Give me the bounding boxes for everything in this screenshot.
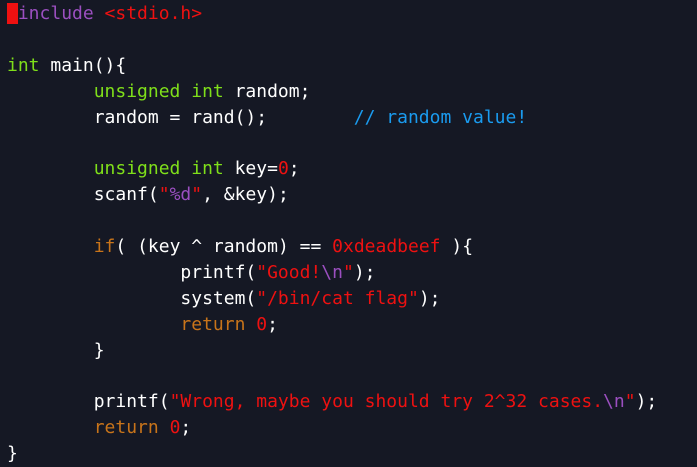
code-token: \n [321,261,343,283]
code-token: scanf( [7,184,159,206]
code-line[interactable]: } [7,441,657,467]
code-token: ); [353,261,376,283]
code-line[interactable]: unsigned int key=0; [7,156,657,182]
code-token: random = rand(); [7,106,354,128]
code-token: unsigned int [93,158,224,180]
code-token: "Good! [256,261,322,283]
code-token: " [624,391,636,413]
code-line[interactable]: } [7,338,657,364]
code-token: %d [169,184,192,206]
code-line[interactable]: system("/bin/cat flag"); [7,286,657,312]
code-token: ); [635,391,658,413]
code-token: " [158,184,170,206]
code-token: return [180,313,246,335]
code-token: return [93,417,159,439]
code-token: // random value! [353,106,528,128]
code-token: } [7,443,18,465]
text-cursor: # [7,3,18,24]
code-token: printf( [7,261,257,283]
code-line[interactable] [7,363,657,389]
code-token: ; [180,417,192,439]
code-token: 0 [277,158,289,180]
code-line[interactable]: #include <stdio.h> [7,1,657,27]
code-token: include [17,3,94,24]
code-token: 0 [169,417,181,439]
code-line[interactable]: unsigned int random; [7,79,657,105]
code-line[interactable]: return 0; [7,312,657,338]
code-token: " [191,184,203,206]
code-token: key= [223,158,278,180]
code-token: main(){ [39,54,127,76]
code-line[interactable] [7,130,657,156]
code-line[interactable]: if( (key ^ random) == 0xdeadbeef ){ [7,234,657,260]
code-line[interactable]: scanf("%d", &key); [7,182,657,208]
code-line[interactable]: return 0; [7,415,657,441]
code-token: 0 [256,313,268,335]
code-token: "/bin/cat flag" [256,287,419,309]
code-token: ); [418,287,441,309]
code-token: " [342,261,354,283]
code-token: ; [267,313,278,335]
code-line[interactable] [7,208,657,234]
code-line[interactable]: random = rand(); // random value! [7,105,657,131]
code-editor[interactable]: #include <stdio.h> int main(){ unsigned … [7,1,657,467]
code-line[interactable]: printf("Wrong, maybe you should try 2^32… [7,389,658,415]
code-token: printf( [7,391,170,413]
code-token: "Wrong, maybe you should try 2^32 cases. [169,391,604,413]
code-token: ; [288,158,300,180]
code-token: } [7,339,105,361]
code-token: ( (key ^ random) == [115,236,333,258]
code-token: int [7,54,40,76]
code-token: if [93,236,116,258]
code-line[interactable]: printf("Good!\n"); [7,260,657,286]
code-line[interactable] [7,27,657,53]
code-token: system( [7,287,257,309]
code-line[interactable]: int main(){ [7,53,657,79]
code-token: ){ [440,236,474,258]
code-token: <stdio.h> [104,3,203,24]
code-token: , &key); [202,184,289,206]
code-token: \n [603,391,625,413]
code-token: random; [223,80,311,102]
code-token: unsigned int [93,80,224,102]
code-token: 0xdeadbeef [332,236,441,258]
